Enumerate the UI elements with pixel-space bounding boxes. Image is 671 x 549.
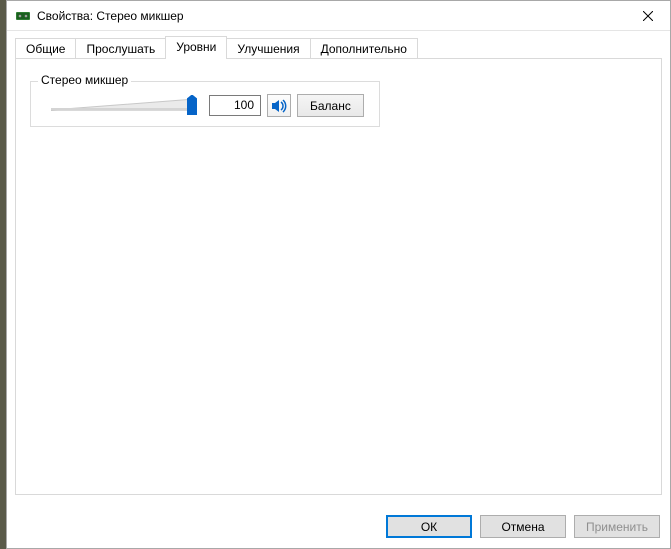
close-icon xyxy=(643,11,653,21)
slider-rail xyxy=(51,108,195,110)
apply-button: Применить xyxy=(574,515,660,538)
tab-label: Улучшения xyxy=(237,42,299,56)
speaker-icon xyxy=(271,98,287,114)
slider-thumb[interactable] xyxy=(187,95,197,115)
tab-strip: Общие Прослушать Уровни Улучшения Дополн… xyxy=(15,37,662,59)
button-label: ОК xyxy=(421,520,437,534)
level-row: 100 Баланс xyxy=(51,94,373,117)
tab-label: Дополнительно xyxy=(321,42,407,56)
tab-enhancements[interactable]: Улучшения xyxy=(226,38,310,60)
tab-general[interactable]: Общие xyxy=(15,38,76,60)
dialog-buttons: ОК Отмена Применить xyxy=(386,515,660,538)
tab-listen[interactable]: Прослушать xyxy=(75,38,166,60)
mute-button[interactable] xyxy=(267,94,291,117)
tab-baseline xyxy=(15,58,662,59)
group-label: Стерео микшер xyxy=(38,73,131,87)
tab-label: Уровни xyxy=(176,40,216,54)
tab-panel-levels: Стерео микшер xyxy=(15,59,662,495)
volume-value[interactable]: 100 xyxy=(209,95,261,116)
tab-control: Общие Прослушать Уровни Улучшения Дополн… xyxy=(7,31,670,495)
button-label: Применить xyxy=(586,520,648,534)
tab-label: Общие xyxy=(26,42,65,56)
titlebar: Свойства: Стерео микшер xyxy=(7,1,670,31)
tab-levels[interactable]: Уровни xyxy=(165,36,227,59)
ok-button[interactable]: ОК xyxy=(386,515,472,538)
close-button[interactable] xyxy=(625,1,670,30)
tab-label: Прослушать xyxy=(86,42,155,56)
audio-device-icon xyxy=(15,8,31,24)
tab-advanced[interactable]: Дополнительно xyxy=(310,38,418,60)
button-label: Отмена xyxy=(501,520,544,534)
dialog-window: Свойства: Стерео микшер Общие Прослушать… xyxy=(6,0,671,549)
cancel-button[interactable]: Отмена xyxy=(480,515,566,538)
volume-slider[interactable] xyxy=(51,95,199,117)
balance-label: Баланс xyxy=(310,99,351,113)
window-title: Свойства: Стерео микшер xyxy=(37,9,625,23)
balance-button[interactable]: Баланс xyxy=(297,94,364,117)
level-group: Стерео микшер xyxy=(30,81,380,127)
